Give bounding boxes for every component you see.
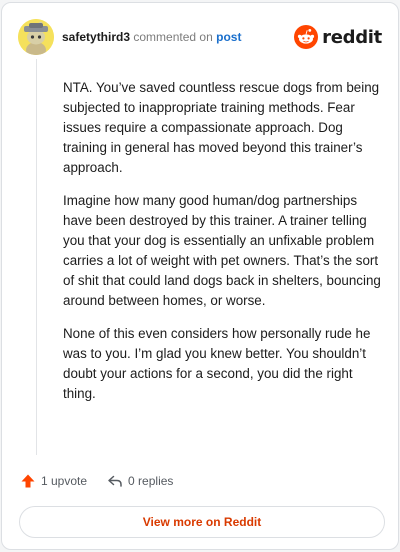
replies-button[interactable]: 0 replies (107, 473, 173, 489)
reply-arrow-icon (108, 475, 122, 487)
comment-actions: 1 upvote 0 replies (20, 473, 173, 489)
reddit-brand-link[interactable]: reddit (294, 25, 382, 49)
thread-line (36, 59, 37, 455)
username-link[interactable]: safetythird3 (62, 30, 130, 44)
comment-paragraph: Imagine how many good human/dog partners… (63, 193, 381, 308)
brand-wordmark: reddit (322, 26, 382, 48)
view-more-button[interactable]: View more on Reddit (19, 506, 385, 538)
upvote-arrow-icon (21, 474, 35, 488)
comment-body: NTA. You’ve saved countless rescue dogs … (63, 78, 383, 417)
reddit-logo-icon (294, 25, 319, 49)
action-text: commented on (133, 30, 213, 44)
comment-paragraph: None of this even considers how personal… (63, 326, 371, 401)
replies-count: 0 replies (128, 474, 174, 488)
post-link[interactable]: post (216, 30, 241, 44)
comment-paragraph: NTA. You’ve saved countless rescue dogs … (63, 80, 380, 175)
upvote-button[interactable]: 1 upvote (20, 473, 87, 489)
snoo-avatar-icon (18, 19, 54, 55)
comment-header: safetythird3 commented on post reddit (18, 17, 382, 57)
upvote-count: 1 upvote (41, 474, 88, 488)
comment-meta: safetythird3 commented on post (62, 30, 241, 44)
comment-embed-card: safetythird3 commented on post reddit NT… (1, 2, 399, 550)
avatar[interactable] (18, 19, 54, 55)
